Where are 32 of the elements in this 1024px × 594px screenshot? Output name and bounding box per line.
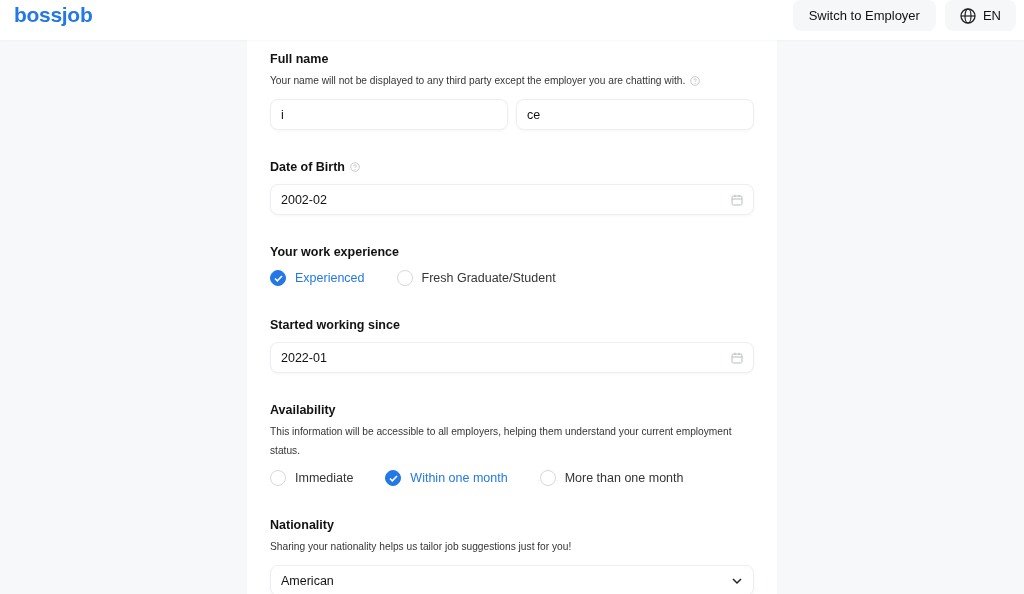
field-label: Availability [270, 402, 336, 418]
date-field[interactable]: 2022-01 [270, 342, 754, 373]
help-icon[interactable] [350, 162, 360, 172]
input-field[interactable]: i [270, 99, 508, 130]
radio-label[interactable]: Fresh Graduate/Student [421, 271, 556, 285]
calendar-icon [731, 193, 743, 206]
hint-text: Your name will not be displayed to any third party except the employer you are chatting with. [270, 75, 686, 86]
radio-button[interactable] [385, 470, 402, 486]
radio-label[interactable]: Immediate [295, 471, 354, 485]
field-label: Your work experience [270, 244, 399, 260]
switch-to-employer-button[interactable]: Switch to Employer [792, 0, 936, 31]
help-icon[interactable] [690, 76, 701, 87]
radio-label[interactable]: Experienced [295, 271, 365, 285]
radio-label[interactable]: More than one month [564, 471, 684, 485]
check-icon [273, 274, 283, 282]
check-icon [388, 474, 398, 482]
field-label: Full name [270, 51, 329, 67]
hint-text: This information will be accessible to all employers, helping them understand your current employment status. [270, 426, 732, 456]
radio-label[interactable]: Within one month [410, 471, 508, 485]
language-button[interactable]: EN [944, 0, 1016, 31]
radio-button[interactable] [270, 270, 286, 286]
field-label: Date of Birth [270, 159, 345, 175]
select-field[interactable]: American [270, 565, 754, 594]
hint-text: Sharing your nationality helps us tailor job suggestions just for you! [270, 541, 572, 552]
logo[interactable]: bossjob [14, 3, 93, 27]
date-field[interactable]: 2002-02 [270, 184, 754, 215]
chevron-down-icon [731, 576, 743, 585]
input-field[interactable]: ce [516, 99, 754, 130]
globe-icon [959, 7, 976, 24]
field-label: Nationality [270, 517, 334, 533]
field-label: Started working since [270, 317, 400, 333]
calendar-icon [731, 351, 743, 364]
